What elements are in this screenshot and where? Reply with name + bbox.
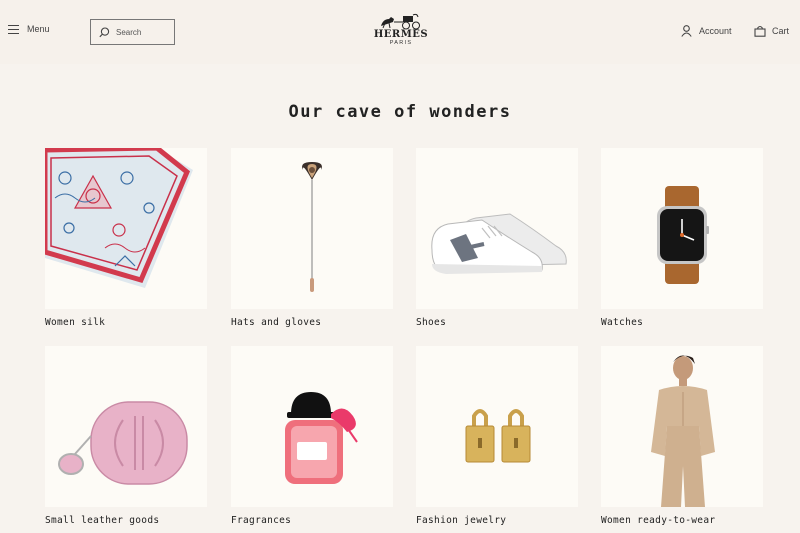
padlock-earrings-image xyxy=(416,346,578,507)
search-input[interactable] xyxy=(116,27,171,37)
category-card-fashion-jewelry[interactable]: Fashion jewelry xyxy=(416,346,578,526)
category-label: Watches xyxy=(601,317,644,328)
category-card-shoes[interactable]: Shoes xyxy=(416,148,578,328)
category-card-small-leather-goods[interactable]: Small leather goods xyxy=(45,346,207,526)
category-card-watches[interactable]: Watches xyxy=(601,148,763,328)
model-outfit-image xyxy=(601,346,763,507)
category-card-women-ready-to-wear[interactable]: Women ready-to-wear xyxy=(601,346,763,526)
sneaker-image xyxy=(416,148,578,309)
account-label: Account xyxy=(699,26,732,36)
category-card-fragrances[interactable]: Fragrances xyxy=(231,346,393,526)
category-label: Hats and gloves xyxy=(231,317,322,328)
cart-button[interactable]: Cart xyxy=(754,25,789,37)
silk-scarf-image xyxy=(45,148,207,309)
hat-pin-image xyxy=(231,148,393,309)
hermes-logo[interactable]: HERMES PARIS xyxy=(370,13,432,51)
logo-wordmark: HERMES xyxy=(373,29,429,40)
search-box[interactable] xyxy=(90,19,175,45)
cart-label: Cart xyxy=(772,26,790,36)
category-label: Fashion jewelry xyxy=(416,515,507,526)
category-label: Fragrances xyxy=(231,515,292,526)
category-label: Shoes xyxy=(416,317,447,328)
account-button[interactable]: Account xyxy=(681,25,732,37)
category-card-women-silk[interactable]: Women silk xyxy=(45,148,207,328)
search-icon xyxy=(99,26,110,37)
menu-label: Menu xyxy=(27,24,50,34)
site-header: Menu HERMES PARIS Account xyxy=(0,0,800,64)
shopping-bag-icon xyxy=(754,25,766,37)
page-title: Our cave of wonders xyxy=(288,102,512,122)
carriage-icon xyxy=(381,13,420,30)
category-label: Women silk xyxy=(45,317,106,328)
watch-image xyxy=(601,148,763,309)
perfume-bottle-image xyxy=(231,346,393,507)
hamburger-icon xyxy=(8,24,19,34)
category-label: Women ready-to-wear xyxy=(601,515,716,526)
menu-button[interactable]: Menu xyxy=(8,24,50,34)
logo-subtitle: PARIS xyxy=(389,40,413,46)
leather-pouch-image xyxy=(45,346,207,507)
category-card-hats-and-gloves[interactable]: Hats and gloves xyxy=(231,148,393,328)
user-icon xyxy=(681,25,692,37)
category-label: Small leather goods xyxy=(45,515,160,526)
